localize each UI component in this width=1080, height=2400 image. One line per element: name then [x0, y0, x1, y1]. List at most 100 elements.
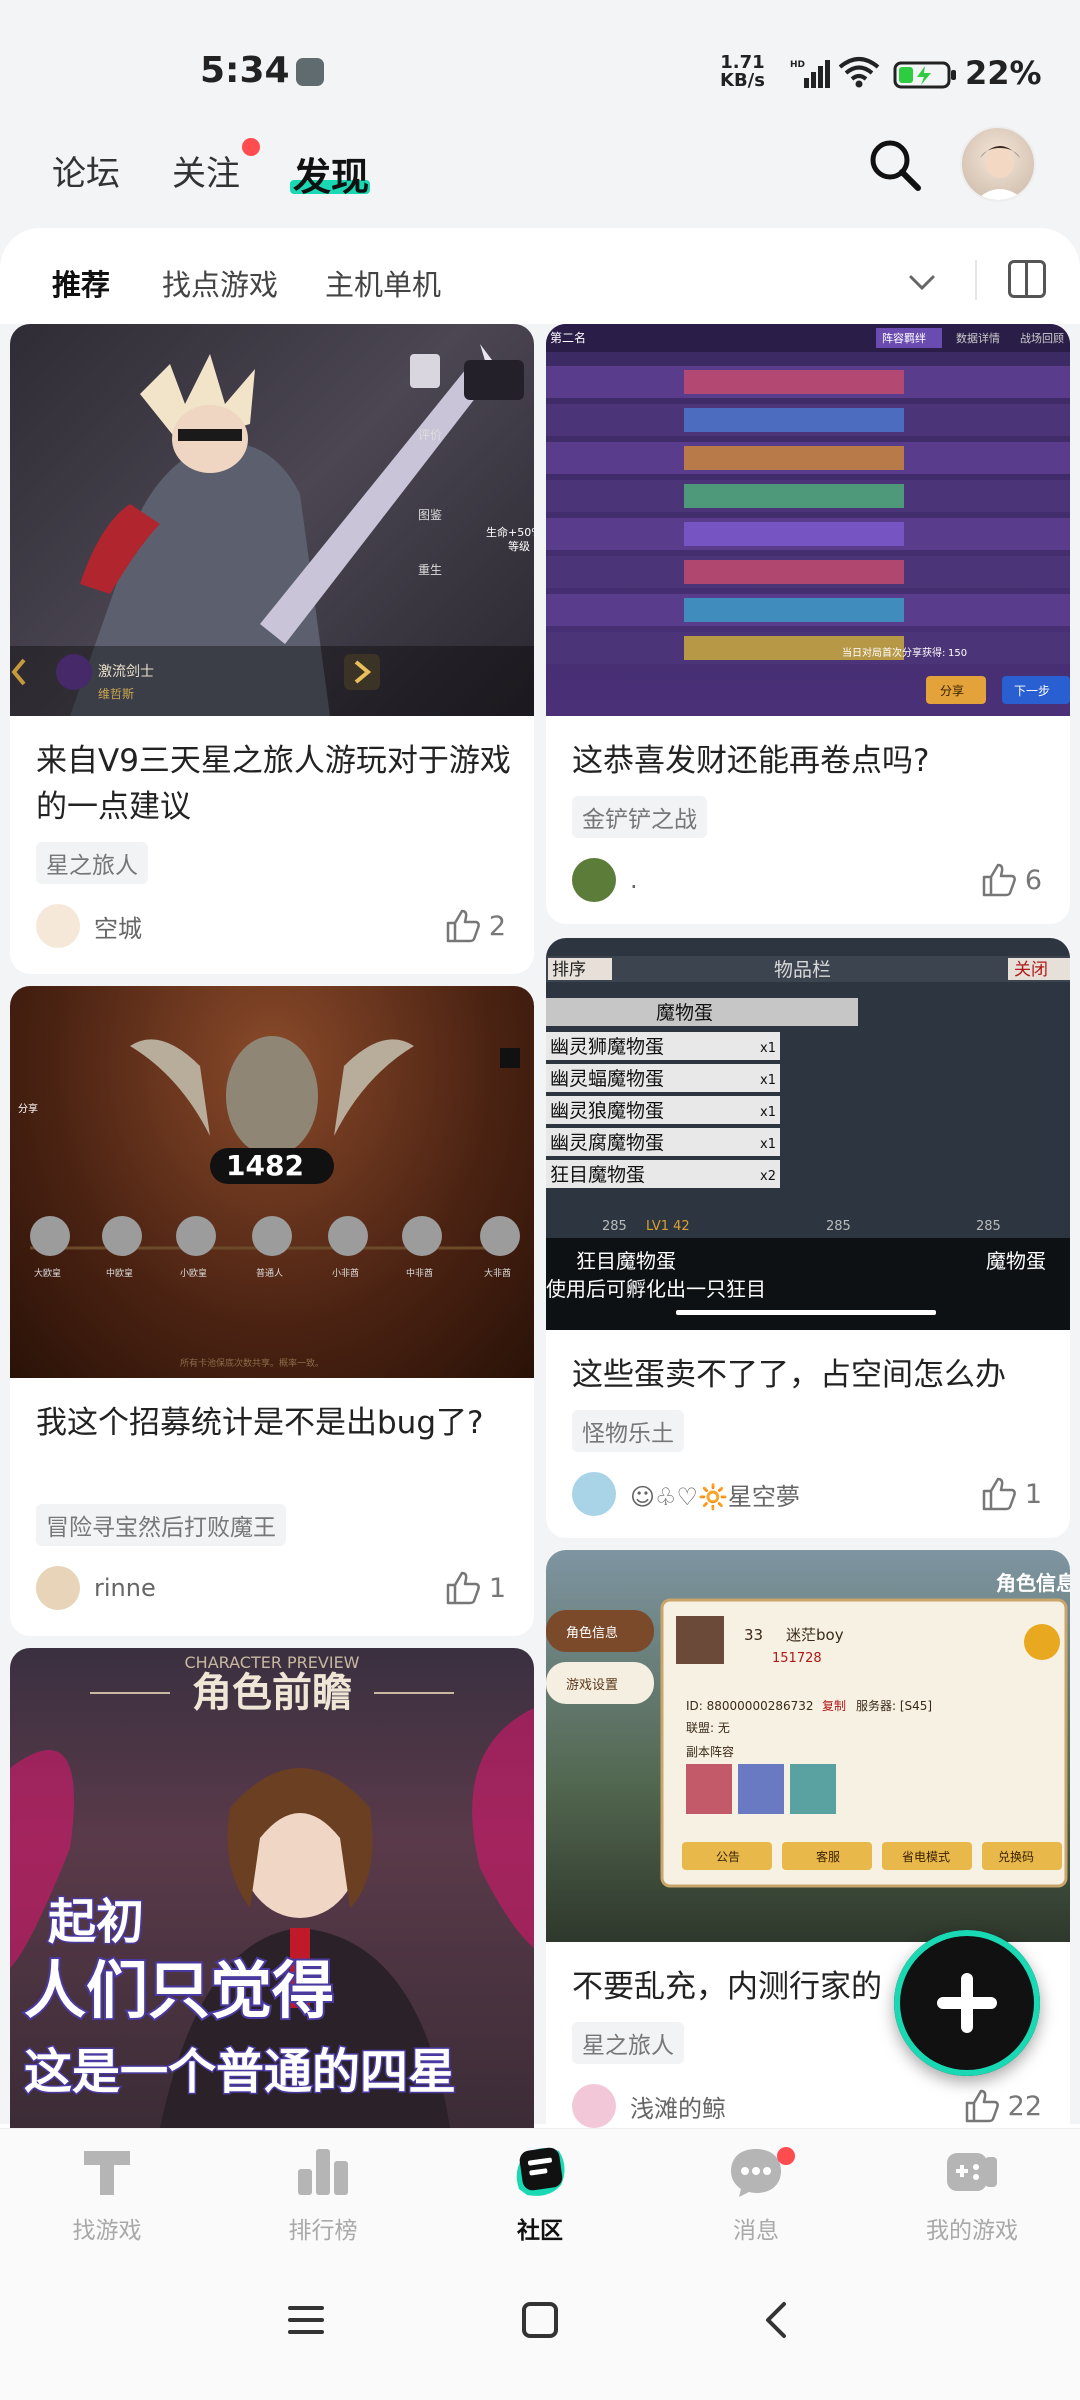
art-btn-share: 分享 [940, 683, 964, 698]
post-image: 第二名 阵容羁绊 数据详情 战场回顾 当日对局首次分享获得: 150 分享 下一… [546, 324, 1070, 716]
home-icon[interactable] [520, 2300, 560, 2340]
art-tab3: 战场回顾 [1020, 331, 1064, 345]
art-header: 物品栏 [774, 959, 831, 981]
author-name: ☺♧♡🔆星空夢 [630, 1482, 800, 1511]
art-level: 33 [744, 1626, 763, 1644]
egg-name: 幽灵蝠魔物蛋 [550, 1068, 664, 1090]
subtab-find-games[interactable]: 找点游戏 [162, 262, 278, 304]
nav-ranking[interactable]: 排行榜 [248, 2141, 398, 2245]
egg-qty: x1 [760, 1137, 776, 1152]
art-char-sub: 维哲斯 [98, 687, 134, 701]
nav-messages[interactable]: 消息 [681, 2141, 831, 2245]
create-post-button[interactable] [894, 1930, 1040, 2076]
art-alliance: 联盟: 无 [686, 1721, 730, 1735]
art-btn-next: 下一步 [1014, 684, 1050, 698]
post-card[interactable]: 排序 物品栏 关闭 魔物蛋 幽灵狮魔物蛋 x1 幽灵蝠魔物蛋 x1 幽灵狼魔物蛋… [546, 938, 1070, 1538]
game-art: 排序 物品栏 关闭 魔物蛋 幽灵狮魔物蛋 x1 幽灵蝠魔物蛋 x1 幽灵狼魔物蛋… [546, 956, 1070, 1330]
post-author[interactable]: rinne [36, 1566, 156, 1610]
like-button[interactable]: 2 [445, 904, 506, 948]
post-card[interactable]: 1482 大欧皇 中欧皇 小欧皇 普通人 小非酋 中非酋 大非酋 分享 所有卡池… [10, 986, 534, 1636]
subtab-console[interactable]: 主机单机 [325, 262, 441, 304]
net-speed-unit: KB/s [720, 70, 765, 91]
post-title: 我这个招募统计是不是出bug了? [36, 1405, 484, 1441]
like-count: 1 [1024, 1478, 1042, 1510]
like-button[interactable]: 22 [964, 2084, 1042, 2128]
tier-label: 小欧皇 [180, 1267, 207, 1279]
thumbs-up-icon [982, 863, 1016, 897]
post-card[interactable]: 第二名 阵容羁绊 数据详情 战场回顾 当日对局首次分享获得: 150 分享 下一… [546, 324, 1070, 924]
art-stat: 生命+50% [486, 525, 534, 539]
thumbs-up-icon [982, 1477, 1016, 1511]
post-image: CHARACTER PREVIEW 角色前瞻 起初 人们只觉得 这是一个普通的四… [10, 1648, 534, 2128]
nav-my-games[interactable]: 我的游戏 [897, 2141, 1047, 2245]
wifi-icon [838, 57, 880, 88]
following-badge [242, 138, 260, 156]
caption-line-2: 人们只觉得 [24, 1954, 334, 2027]
post-author[interactable]: 浅滩的鲸 [572, 2084, 726, 2128]
art-detail-name: 狂目魔物蛋 [576, 1249, 676, 1273]
signal-icon: HD [790, 60, 830, 88]
art-b4: 兑换码 [998, 1850, 1034, 1864]
category-tabs: 推荐 找点游戏 主机单机 [0, 252, 1080, 312]
content-panel: 推荐 找点游戏 主机单机 激流剑士 维哲斯 评价 图鉴 重生 生命+50 等级 … [0, 228, 1080, 2128]
thumbs-up-icon [446, 1571, 480, 1605]
art-power: 151728 [772, 1651, 822, 1666]
author-name: . [630, 866, 638, 894]
post-card[interactable]: 激流剑士 维哲斯 评价 图鉴 重生 生命+50% 等级 来自V9三天星之旅人游玩… [10, 324, 534, 974]
author-avatar [36, 1566, 80, 1610]
nav-label: 消息 [733, 2218, 779, 2244]
preview-cn: 角色前瞻 [192, 1669, 352, 1716]
chevron-down-icon[interactable] [905, 268, 939, 298]
tab-forum[interactable]: 论坛 [52, 146, 120, 195]
nav-find-games[interactable]: 找游戏 [32, 2141, 182, 2245]
post-tag[interactable]: 星之旅人 [572, 2022, 684, 2064]
game-art: 第二名 阵容羁绊 数据详情 战场回顾 当日对局首次分享获得: 150 分享 下一… [546, 324, 1070, 704]
egg-qty: x1 [760, 1041, 776, 1056]
layout-toggle-icon[interactable] [1008, 260, 1046, 298]
post-tag[interactable]: 星之旅人 [36, 842, 148, 884]
post-author[interactable]: . [572, 858, 638, 902]
post-author[interactable]: ☺♧♡🔆星空夢 [572, 1472, 800, 1516]
post-tag[interactable]: 金铲铲之战 [572, 796, 707, 838]
art-team: 副本阵容 [686, 1744, 734, 1759]
tab-discover[interactable]: 发现 [293, 146, 369, 201]
art-server: 服务器: [S45] [856, 1698, 932, 1713]
art-stat: 285 [826, 1219, 851, 1234]
post-card[interactable]: CHARACTER PREVIEW 角色前瞻 起初 人们只觉得 这是一个普通的四… [10, 1648, 534, 2128]
egg-qty: x1 [760, 1073, 776, 1088]
post-title: 这些蛋卖不了了，占空间怎么办 [572, 1357, 1006, 1393]
post-tag[interactable]: 怪物乐土 [572, 1410, 684, 1452]
plus-icon [937, 1973, 997, 2033]
nav-label: 社区 [517, 2218, 563, 2244]
author-avatar [572, 858, 616, 902]
menu-icon[interactable] [286, 2300, 326, 2340]
find-game-icon [84, 2151, 130, 2195]
like-count: 1 [488, 1572, 506, 1604]
status-time: 5:34 [200, 50, 290, 91]
post-tag[interactable]: 冒险寻宝然后打败魔王 [36, 1504, 286, 1546]
art-detail-type: 魔物蛋 [986, 1249, 1046, 1273]
ranking-icon [298, 2149, 348, 2195]
like-button[interactable]: 6 [981, 858, 1042, 902]
art-copy: 复制 [822, 1699, 846, 1713]
art-header: 角色信息 [996, 1571, 1070, 1595]
art-b1: 公告 [716, 1850, 740, 1864]
nav-community[interactable]: 社区 [465, 2141, 615, 2245]
avatar[interactable] [960, 126, 1036, 202]
search-icon[interactable] [864, 134, 926, 196]
art-b2: 客服 [816, 1849, 840, 1864]
post-image: 排序 物品栏 关闭 魔物蛋 幽灵狮魔物蛋 x1 幽灵蝠魔物蛋 x1 幽灵狼魔物蛋… [546, 938, 1070, 1330]
tab-following[interactable]: 关注 [172, 146, 240, 195]
system-nav-bar [0, 2256, 1080, 2400]
post-author[interactable]: 空城 [36, 904, 142, 948]
tier-label: 大非酋 [484, 1267, 511, 1279]
subtab-recommended[interactable]: 推荐 [52, 262, 110, 304]
egg-name: 幽灵狮魔物蛋 [550, 1036, 664, 1058]
bottom-nav: 找游戏 排行榜 社区 消息 我的游戏 [0, 2128, 1080, 2256]
back-icon[interactable] [756, 2300, 796, 2340]
like-button[interactable]: 1 [981, 1472, 1042, 1516]
art-category: 魔物蛋 [656, 1002, 713, 1024]
like-button[interactable]: 1 [445, 1566, 506, 1610]
app-notification-icon [296, 58, 324, 86]
art-label-rate: 评价 [418, 428, 442, 442]
